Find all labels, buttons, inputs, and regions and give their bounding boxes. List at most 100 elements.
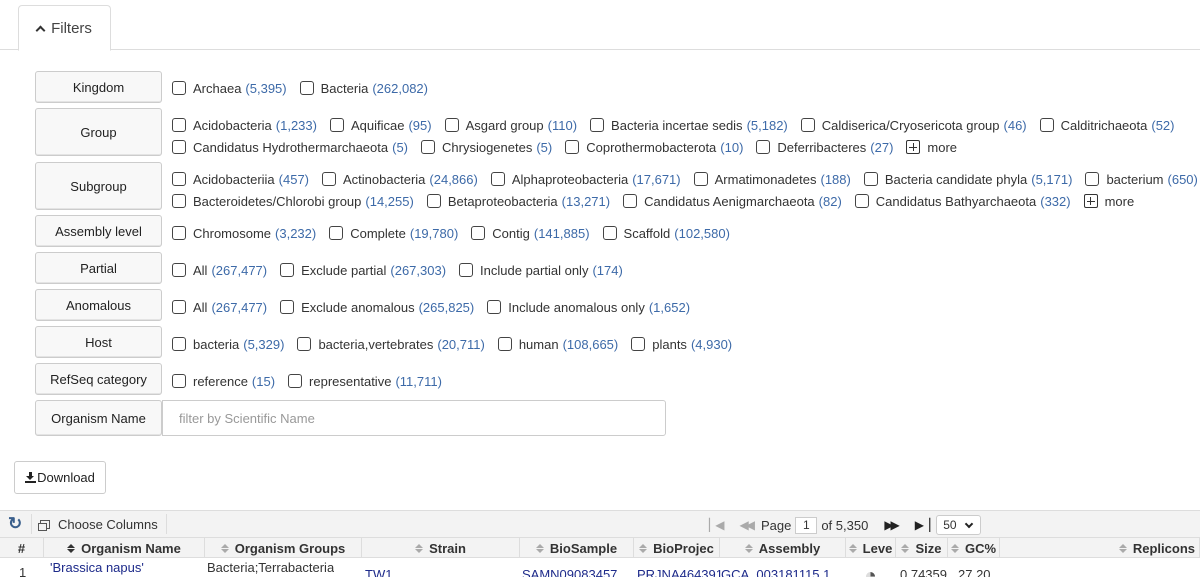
filter-option[interactable]: reference (15) [172,374,275,389]
checkbox[interactable] [459,263,474,277]
checkbox[interactable] [693,172,708,186]
checkbox[interactable] [172,118,186,132]
column-header-biosample[interactable]: BioSample [520,538,634,558]
next-page-icon[interactable]: ▶▶ [884,518,900,532]
filter-option[interactable]: Archaea (5,395) [172,81,287,96]
filter-option[interactable]: representative (11,711) [288,374,442,389]
checkbox[interactable] [329,118,344,132]
filter-option[interactable]: All (267,477) [172,300,267,315]
filter-option[interactable]: Contig (141,885) [471,226,590,241]
choose-columns-button[interactable]: Choose Columns [38,517,158,532]
filter-option[interactable]: Coprothermobacterota (10) [565,140,743,155]
assembly-link[interactable]: GCA_003181115.1 [721,567,845,577]
checkbox[interactable] [565,140,580,154]
column-header-gc[interactable]: GC% [948,538,1000,558]
checkbox[interactable] [590,118,605,132]
biosample-link[interactable]: SAMN09083457 [522,567,617,577]
more-button[interactable]: more [906,140,957,155]
page-size-select[interactable]: 50 [936,515,982,535]
checkbox[interactable] [490,172,505,186]
last-page-icon[interactable]: ▶▕ [915,518,931,532]
filter-option[interactable]: bacteria (5,329) [172,337,284,352]
checkbox[interactable] [172,337,186,351]
checkbox[interactable] [854,194,869,208]
filter-option[interactable]: Chromosome (3,232) [172,226,316,241]
filter-option[interactable]: Scaffold (102,580) [602,226,730,241]
checkbox[interactable] [172,374,186,388]
checkbox[interactable] [172,263,186,277]
column-header-organism-name[interactable]: Organism Name [44,538,205,558]
filter-option[interactable]: Deferribacteres (27) [756,140,893,155]
checkbox[interactable] [602,226,617,240]
tab-filters[interactable]: Filters [18,5,111,51]
filter-option[interactable]: Aquificae (95) [329,118,432,133]
organism-name-input[interactable] [162,400,666,436]
column-header-organism-groups[interactable]: Organism Groups [205,538,362,558]
filter-option[interactable]: Candidatus Bathyarchaeota (332) [854,194,1071,209]
checkbox[interactable] [322,172,337,186]
filter-option[interactable]: Candidatus Aenigmarchaeota (82) [623,194,842,209]
filter-option[interactable]: Include partial only (174) [459,263,623,278]
checkbox[interactable] [172,194,186,208]
column-header-assembly[interactable]: Assembly [720,538,846,558]
column-header-strain[interactable]: Strain [362,538,520,558]
filter-option[interactable]: Betaproteobacteria (13,271) [426,194,610,209]
download-button[interactable]: Download [14,461,106,494]
checkbox[interactable] [800,118,815,132]
filter-option[interactable]: bacteria,vertebrates (20,711) [297,337,485,352]
filter-option[interactable]: bacterium (650) [1085,172,1198,187]
checkbox[interactable] [1085,172,1100,186]
filter-option[interactable]: Acidobacteria (1,233) [172,118,317,133]
column-header-size[interactable]: Size [896,538,948,558]
checkbox[interactable] [297,337,312,351]
column-header-bioproject[interactable]: BioProjec [634,538,720,558]
checkbox[interactable] [280,300,295,314]
filter-option[interactable]: All (267,477) [172,263,267,278]
filter-option[interactable]: Bacteria candidate phyla (5,171) [863,172,1072,187]
column-header-replicons[interactable]: Replicons [1000,538,1200,558]
checkbox[interactable] [421,140,435,154]
filter-option[interactable]: Exclude partial (267,303) [280,263,446,278]
filter-option[interactable]: Bacteroidetes/Chlorobi group (14,255) [172,194,414,209]
filter-option[interactable]: Armatimonadetes (188) [693,172,851,187]
filter-option[interactable]: Exclude anomalous (265,825) [280,300,474,315]
checkbox[interactable] [172,226,186,240]
checkbox[interactable] [623,194,638,208]
filter-option[interactable]: plants (4,930) [631,337,732,352]
filter-option[interactable]: human (108,665) [497,337,618,352]
checkbox[interactable] [172,140,186,154]
checkbox[interactable] [329,226,344,240]
checkbox[interactable] [172,172,186,186]
checkbox[interactable] [471,226,486,240]
checkbox[interactable] [631,337,646,351]
filter-option[interactable]: Asgard group (110) [444,118,577,133]
prev-page-icon[interactable]: ◀◀ [739,518,755,532]
refresh-icon[interactable]: ↻ [8,515,22,533]
checkbox[interactable] [444,118,459,132]
bioproject-link[interactable]: PRJNA464391 [637,567,721,577]
checkbox[interactable] [863,172,878,186]
filter-option[interactable]: Alphaproteobacteria (17,671) [490,172,681,187]
checkbox[interactable] [487,300,502,314]
checkbox[interactable] [172,81,186,95]
filter-option[interactable]: Include anomalous only (1,652) [487,300,690,315]
page-number-input[interactable]: 1 [795,516,818,534]
checkbox[interactable] [1039,118,1054,132]
checkbox[interactable] [756,140,771,154]
filter-option[interactable]: Candidatus Hydrothermarchaeota (5) [172,140,408,155]
checkbox[interactable] [172,300,186,314]
filter-option[interactable]: Actinobacteria (24,866) [322,172,478,187]
first-page-icon[interactable]: ▏◀ [709,518,725,532]
filter-option[interactable]: Acidobacteriia (457) [172,172,309,187]
filter-option[interactable]: Bacteria (262,082) [299,81,428,96]
column-header-level[interactable]: Leve [846,538,896,558]
checkbox[interactable] [497,337,512,351]
checkbox[interactable] [280,263,295,277]
filter-option[interactable]: Bacteria incertae sedis (5,182) [590,118,788,133]
more-button[interactable]: more [1083,194,1134,209]
organism-name-link[interactable]: 'Brassica napus' [50,560,144,577]
filter-option[interactable]: Complete (19,780) [329,226,458,241]
filter-option[interactable]: Chrysiogenetes (5) [421,140,552,155]
filter-option[interactable]: Caldiserica/Cryosericota group (46) [800,118,1027,133]
checkbox[interactable] [299,81,314,95]
